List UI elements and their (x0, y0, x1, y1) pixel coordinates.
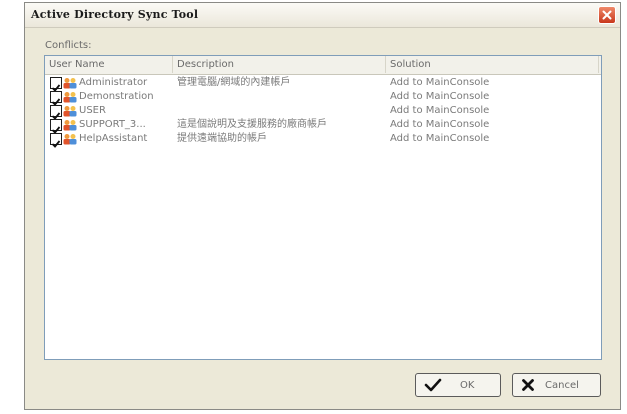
description-cell: 提供遠端協助的帳戶 (177, 133, 267, 144)
solution-cell: Add to MainConsole (390, 91, 490, 102)
close-icon (602, 10, 612, 20)
checkbox-checked-icon[interactable] (50, 105, 62, 120)
conflicts-list[interactable]: User Name Description Solution Administr… (44, 55, 602, 360)
list-item[interactable]: HelpAssistant 提供遠端協助的帳戶 Add to MainConso… (45, 132, 601, 148)
user-group-icon (63, 106, 77, 117)
checkbox-checked-icon[interactable] (50, 133, 62, 148)
list-item[interactable]: SUPPORT_3... 這是個說明及支援服務的廠商帳戶 Add to Main… (45, 118, 601, 134)
checkbox-checked-icon[interactable] (50, 119, 62, 134)
window-title: Active Directory Sync Tool (31, 8, 199, 21)
description-cell (177, 90, 382, 104)
user-name-cell: USER (79, 105, 106, 116)
list-item[interactable]: USER Add to MainConsole (45, 104, 601, 120)
description-cell: 這是個說明及支援服務的廠商帳戶 (177, 119, 327, 130)
checkmark-icon (424, 378, 442, 392)
column-header-solution[interactable]: Solution (386, 56, 599, 73)
user-group-icon (63, 92, 77, 103)
list-item[interactable]: Administrator 管理電腦/網域的內建帳戶 Add to MainCo… (45, 76, 601, 92)
solution-cell: Add to MainConsole (390, 105, 490, 116)
close-button[interactable] (598, 6, 616, 24)
solution-cell: Add to MainConsole (390, 133, 490, 144)
checkbox-checked-icon[interactable] (50, 77, 62, 92)
ok-button-label: OK (460, 379, 475, 391)
user-name-cell: SUPPORT_3... (79, 119, 146, 130)
cancel-button[interactable]: Cancel (512, 373, 601, 397)
user-group-icon (63, 120, 77, 131)
cancel-button-label: Cancel (545, 379, 579, 391)
column-header-user-name[interactable]: User Name (45, 56, 173, 73)
user-group-icon (63, 78, 77, 89)
column-header-description[interactable]: Description (173, 56, 386, 73)
user-name-cell: Administrator (79, 77, 148, 88)
solution-cell: Add to MainConsole (390, 77, 490, 88)
title-bar: Active Directory Sync Tool (25, 3, 620, 28)
user-group-icon (63, 134, 77, 145)
description-cell: 管理電腦/網域的內建帳戶 (177, 77, 291, 88)
user-name-cell: HelpAssistant (79, 133, 148, 144)
x-icon (522, 379, 534, 391)
list-item[interactable]: Demonstration Add to MainConsole (45, 90, 601, 106)
user-name-cell: Demonstration (79, 91, 154, 102)
conflicts-label: Conflicts: (45, 40, 92, 51)
ok-button[interactable]: OK (415, 373, 501, 397)
list-header: User Name Description Solution (45, 56, 601, 75)
solution-cell: Add to MainConsole (390, 119, 490, 130)
checkbox-checked-icon[interactable] (50, 91, 62, 106)
dialog-window: Active Directory Sync Tool Conflicts: Us… (24, 2, 621, 410)
description-cell (177, 104, 382, 118)
